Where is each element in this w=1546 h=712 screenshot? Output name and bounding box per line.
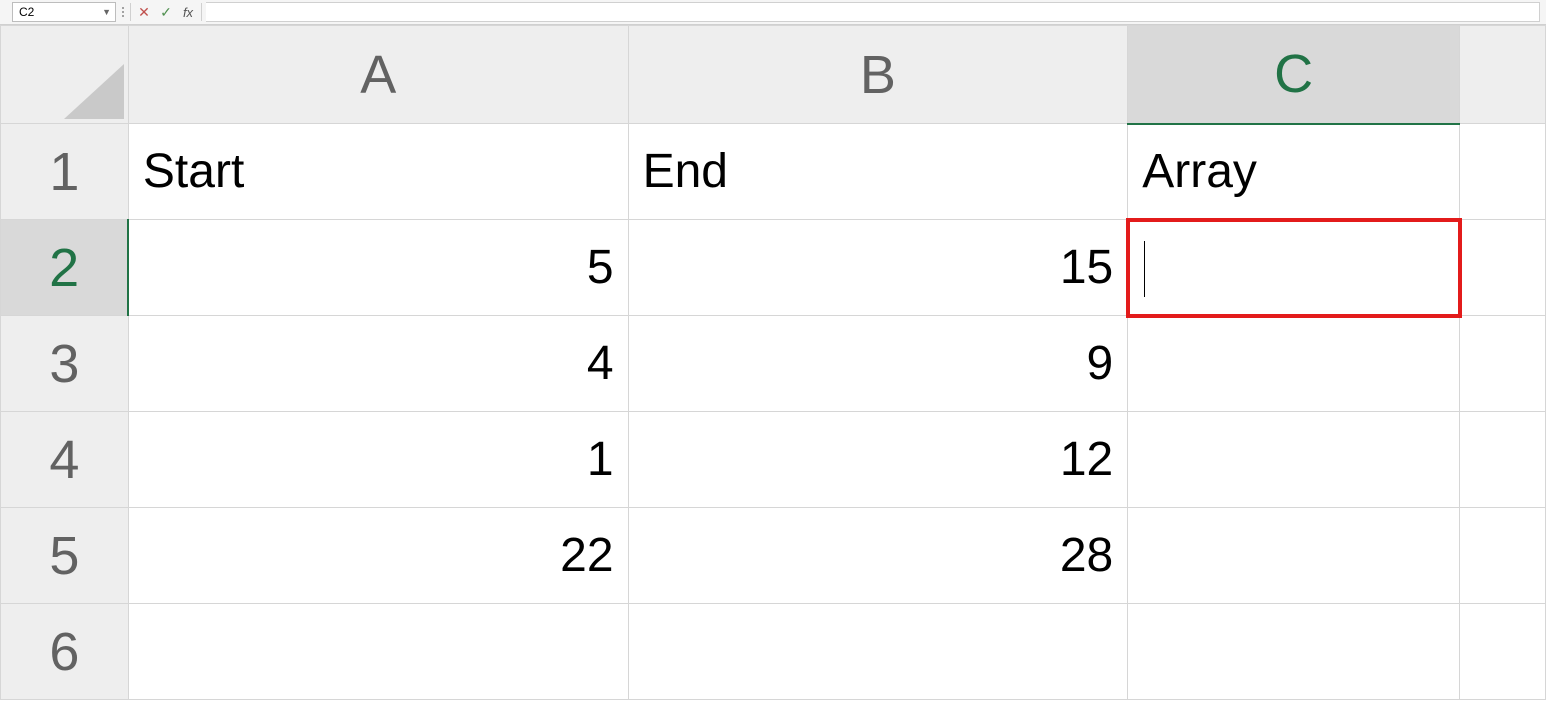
accept-button[interactable]: ✓ — [155, 0, 177, 24]
cell-D4[interactable] — [1460, 412, 1546, 508]
cancel-button[interactable]: ✕ — [133, 0, 155, 24]
cell-value: 5 — [587, 241, 614, 294]
cell-C2[interactable] — [1128, 220, 1460, 316]
column-header-C[interactable]: C — [1128, 26, 1460, 124]
column-header-D[interactable] — [1460, 26, 1546, 124]
cell-A5[interactable]: 22 — [128, 508, 628, 604]
cell-B2[interactable]: 15 — [628, 220, 1128, 316]
row-header-3[interactable]: 3 — [1, 316, 129, 412]
row-header-1[interactable]: 1 — [1, 124, 129, 220]
row-label: 1 — [49, 142, 79, 202]
spreadsheet-grid: A B C 1 Start End Array 2 5 15 3 4 9 4 1… — [0, 25, 1546, 700]
separator — [201, 3, 202, 21]
row-label: 4 — [49, 430, 79, 490]
cell-D3[interactable] — [1460, 316, 1546, 412]
row-header-6[interactable]: 6 — [1, 604, 129, 700]
text-cursor — [1144, 241, 1145, 297]
column-header-B[interactable]: B — [628, 26, 1128, 124]
check-icon: ✓ — [160, 4, 172, 21]
row-label: 6 — [49, 622, 79, 682]
grid-row: 4 1 12 — [1, 412, 1546, 508]
column-header-row: A B C — [1, 26, 1546, 124]
grid-row: 6 — [1, 604, 1546, 700]
cell-C4[interactable] — [1128, 412, 1460, 508]
formula-input[interactable] — [206, 2, 1540, 22]
cell-D1[interactable] — [1460, 124, 1546, 220]
grid-table: A B C 1 Start End Array 2 5 15 3 4 9 4 1… — [0, 25, 1546, 700]
cell-A2[interactable]: 5 — [128, 220, 628, 316]
cell-value: 28 — [1060, 529, 1113, 582]
cell-C5[interactable] — [1128, 508, 1460, 604]
cell-value: Start — [143, 145, 244, 198]
grid-row: 1 Start End Array — [1, 124, 1546, 220]
column-header-A[interactable]: A — [128, 26, 628, 124]
cell-value: 9 — [1087, 337, 1114, 390]
cell-B5[interactable]: 28 — [628, 508, 1128, 604]
separator — [130, 3, 131, 21]
name-box[interactable]: C2 ▼ — [12, 2, 116, 22]
cell-C6[interactable] — [1128, 604, 1460, 700]
row-label: 5 — [49, 526, 79, 586]
cell-C1[interactable]: Array — [1128, 124, 1460, 220]
cell-value: 1 — [587, 433, 614, 486]
x-icon: ✕ — [138, 4, 150, 21]
cell-A4[interactable]: 1 — [128, 412, 628, 508]
fx-icon: fx — [183, 5, 193, 20]
row-label: 2 — [49, 238, 79, 298]
column-label: A — [360, 45, 396, 105]
column-label: B — [860, 45, 896, 105]
cell-D5[interactable] — [1460, 508, 1546, 604]
grid-row: 5 22 28 — [1, 508, 1546, 604]
grid-row: 2 5 15 — [1, 220, 1546, 316]
row-header-5[interactable]: 5 — [1, 508, 129, 604]
column-label: C — [1274, 44, 1313, 104]
grid-row: 3 4 9 — [1, 316, 1546, 412]
cell-A3[interactable]: 4 — [128, 316, 628, 412]
name-box-value: C2 — [19, 5, 34, 19]
cell-D2[interactable] — [1460, 220, 1546, 316]
cell-value: Array — [1142, 145, 1257, 198]
drag-handle-icon[interactable] — [122, 7, 124, 17]
insert-function-button[interactable]: fx — [177, 0, 199, 24]
cell-value: 22 — [560, 529, 613, 582]
chevron-down-icon[interactable]: ▼ — [102, 7, 111, 17]
cell-B4[interactable]: 12 — [628, 412, 1128, 508]
cell-value: End — [643, 145, 728, 198]
cell-C3[interactable] — [1128, 316, 1460, 412]
row-label: 3 — [49, 334, 79, 394]
cell-B6[interactable] — [628, 604, 1128, 700]
cell-value: 12 — [1060, 433, 1113, 486]
row-header-4[interactable]: 4 — [1, 412, 129, 508]
cell-A6[interactable] — [128, 604, 628, 700]
formula-bar: C2 ▼ ✕ ✓ fx — [0, 0, 1546, 25]
cell-A1[interactable]: Start — [128, 124, 628, 220]
cell-D6[interactable] — [1460, 604, 1546, 700]
select-all-corner[interactable] — [1, 26, 129, 124]
cell-B1[interactable]: End — [628, 124, 1128, 220]
cell-B3[interactable]: 9 — [628, 316, 1128, 412]
cell-value: 15 — [1060, 241, 1113, 294]
cell-value: 4 — [587, 337, 614, 390]
row-header-2[interactable]: 2 — [1, 220, 129, 316]
